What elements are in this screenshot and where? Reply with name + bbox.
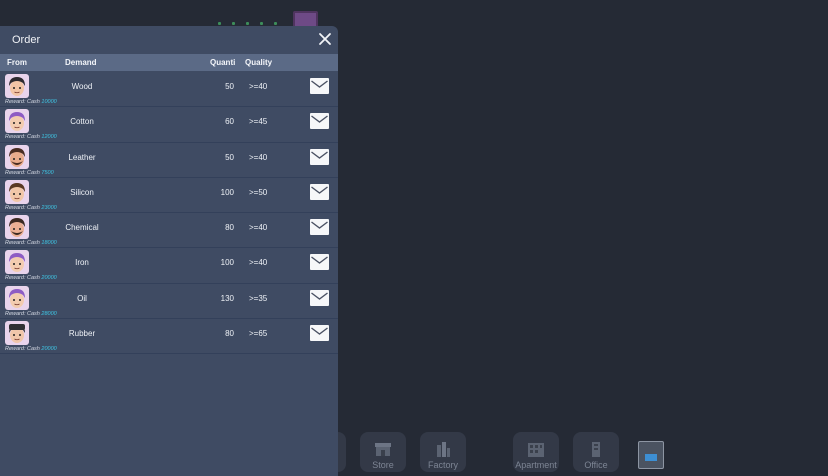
reward-amount: 20000: [41, 275, 57, 282]
reward-text: Reward: Cash 18000: [5, 240, 57, 247]
quantity-cell: 80: [225, 223, 234, 233]
mail-icon[interactable]: [310, 289, 329, 306]
order-row: Reward: Cash 28000 Oil 130 >=35: [0, 284, 338, 320]
apartment-button[interactable]: Apartment: [513, 432, 559, 472]
man-brown-hair-avatar: [5, 179, 29, 204]
office-button[interactable]: Office: [573, 432, 619, 472]
header-quantity: Quanti: [210, 58, 236, 67]
woman-purple-hair-avatar: [5, 109, 29, 134]
reward-text: Reward: Cash 7500: [5, 169, 54, 176]
mail-icon[interactable]: [310, 148, 329, 165]
header-quality: Quality: [245, 58, 273, 67]
store-button[interactable]: Store: [360, 432, 406, 472]
demand-cell: Rubber: [68, 329, 96, 339]
man-beard-avatar: [5, 144, 29, 169]
panel-title: Order: [12, 34, 41, 46]
apartment-label: Apartment: [515, 460, 557, 470]
reward-amount: 10000: [41, 99, 57, 105]
order-list: Reward: Cash 10000 Wood 50 >=40 Reward: …: [0, 72, 338, 355]
reward-text: Reward: Cash 28000: [5, 310, 57, 317]
reward-amount: 18000: [41, 240, 57, 247]
quantity-cell: 60: [225, 117, 234, 127]
close-icon[interactable]: [317, 31, 333, 47]
apartment-icon: [528, 443, 544, 457]
quantity-cell: 100: [220, 187, 234, 197]
quality-cell: >=65: [249, 329, 268, 339]
quality-cell: >=50: [249, 187, 268, 197]
table-header: From Demand Quanti Quality: [0, 54, 338, 71]
reward-text: Reward: Cash 20000: [5, 346, 57, 353]
factory-label: Factory: [427, 460, 458, 470]
order-row: Reward: Cash 7500 Leather 50 >=40: [0, 143, 338, 178]
header-demand: Demand: [65, 58, 97, 67]
demand-cell: Wood: [71, 82, 93, 91]
header-from: From: [7, 58, 27, 67]
reward-text: Reward: Cash 12000: [5, 134, 57, 141]
office-icon: [592, 442, 600, 457]
demand-cell: Chemical: [65, 223, 99, 233]
demand-cell: Leather: [68, 152, 96, 162]
demand-cell: Iron: [75, 258, 89, 268]
factory-icon: [437, 442, 450, 457]
reward-text: Reward: Cash 10000: [5, 99, 57, 105]
store-label: Store: [372, 460, 394, 470]
woman-purple-hair-avatar: [5, 250, 29, 275]
man-mustache-avatar: [5, 215, 29, 240]
woman-dark-hair-avatar: [5, 74, 29, 98]
order-panel: Order From Demand Quanti Quality Reward:…: [0, 26, 338, 476]
reward-text: Reward: Cash 23000: [5, 204, 57, 211]
quality-cell: >=40: [249, 258, 268, 268]
woman-purple-hair-avatar: [5, 285, 29, 310]
quantity-cell: 130: [220, 293, 234, 303]
quality-cell: >=40: [249, 223, 268, 233]
demand-cell: Cotton: [70, 117, 94, 127]
mail-icon[interactable]: [310, 78, 329, 94]
save-icon[interactable]: [638, 441, 664, 469]
reward-text: Reward: Cash 20000: [5, 275, 57, 282]
mail-icon[interactable]: [310, 183, 329, 200]
office-label: Office: [584, 460, 608, 470]
store-icon: [375, 443, 391, 456]
reward-amount: 23000: [41, 204, 57, 211]
quantity-cell: 50: [225, 152, 234, 162]
quality-cell: >=35: [249, 293, 268, 303]
man-cap-avatar: [5, 321, 29, 346]
demand-cell: Oil: [77, 293, 87, 303]
order-row: Reward: Cash 10000 Wood 50 >=40: [0, 72, 338, 108]
reward-amount: 7500: [41, 169, 54, 176]
mail-icon[interactable]: [310, 254, 329, 271]
order-row: Reward: Cash 20000 Rubber 80 >=65: [0, 319, 338, 355]
quality-cell: >=45: [249, 117, 268, 127]
quantity-cell: 100: [220, 258, 234, 268]
quantity-cell: 50: [225, 82, 234, 91]
quality-cell: >=40: [249, 152, 268, 162]
order-row: Reward: Cash 12000 Cotton 60 >=45: [0, 107, 338, 143]
reward-amount: 12000: [41, 134, 57, 141]
factory-button[interactable]: Factory: [420, 432, 466, 472]
mail-icon[interactable]: [310, 219, 329, 236]
mail-icon[interactable]: [310, 325, 329, 342]
reward-amount: 20000: [41, 346, 57, 353]
demand-cell: Silicon: [70, 187, 94, 197]
mail-icon[interactable]: [310, 113, 329, 130]
quantity-cell: 80: [225, 329, 234, 339]
quality-cell: >=40: [249, 82, 268, 91]
order-row: Reward: Cash 20000 Iron 100 >=40: [0, 248, 338, 284]
reward-amount: 28000: [41, 310, 57, 317]
order-row: Reward: Cash 23000 Silicon 100 >=50: [0, 178, 338, 214]
order-row: Reward: Cash 18000 Chemical 80 >=40: [0, 213, 338, 249]
